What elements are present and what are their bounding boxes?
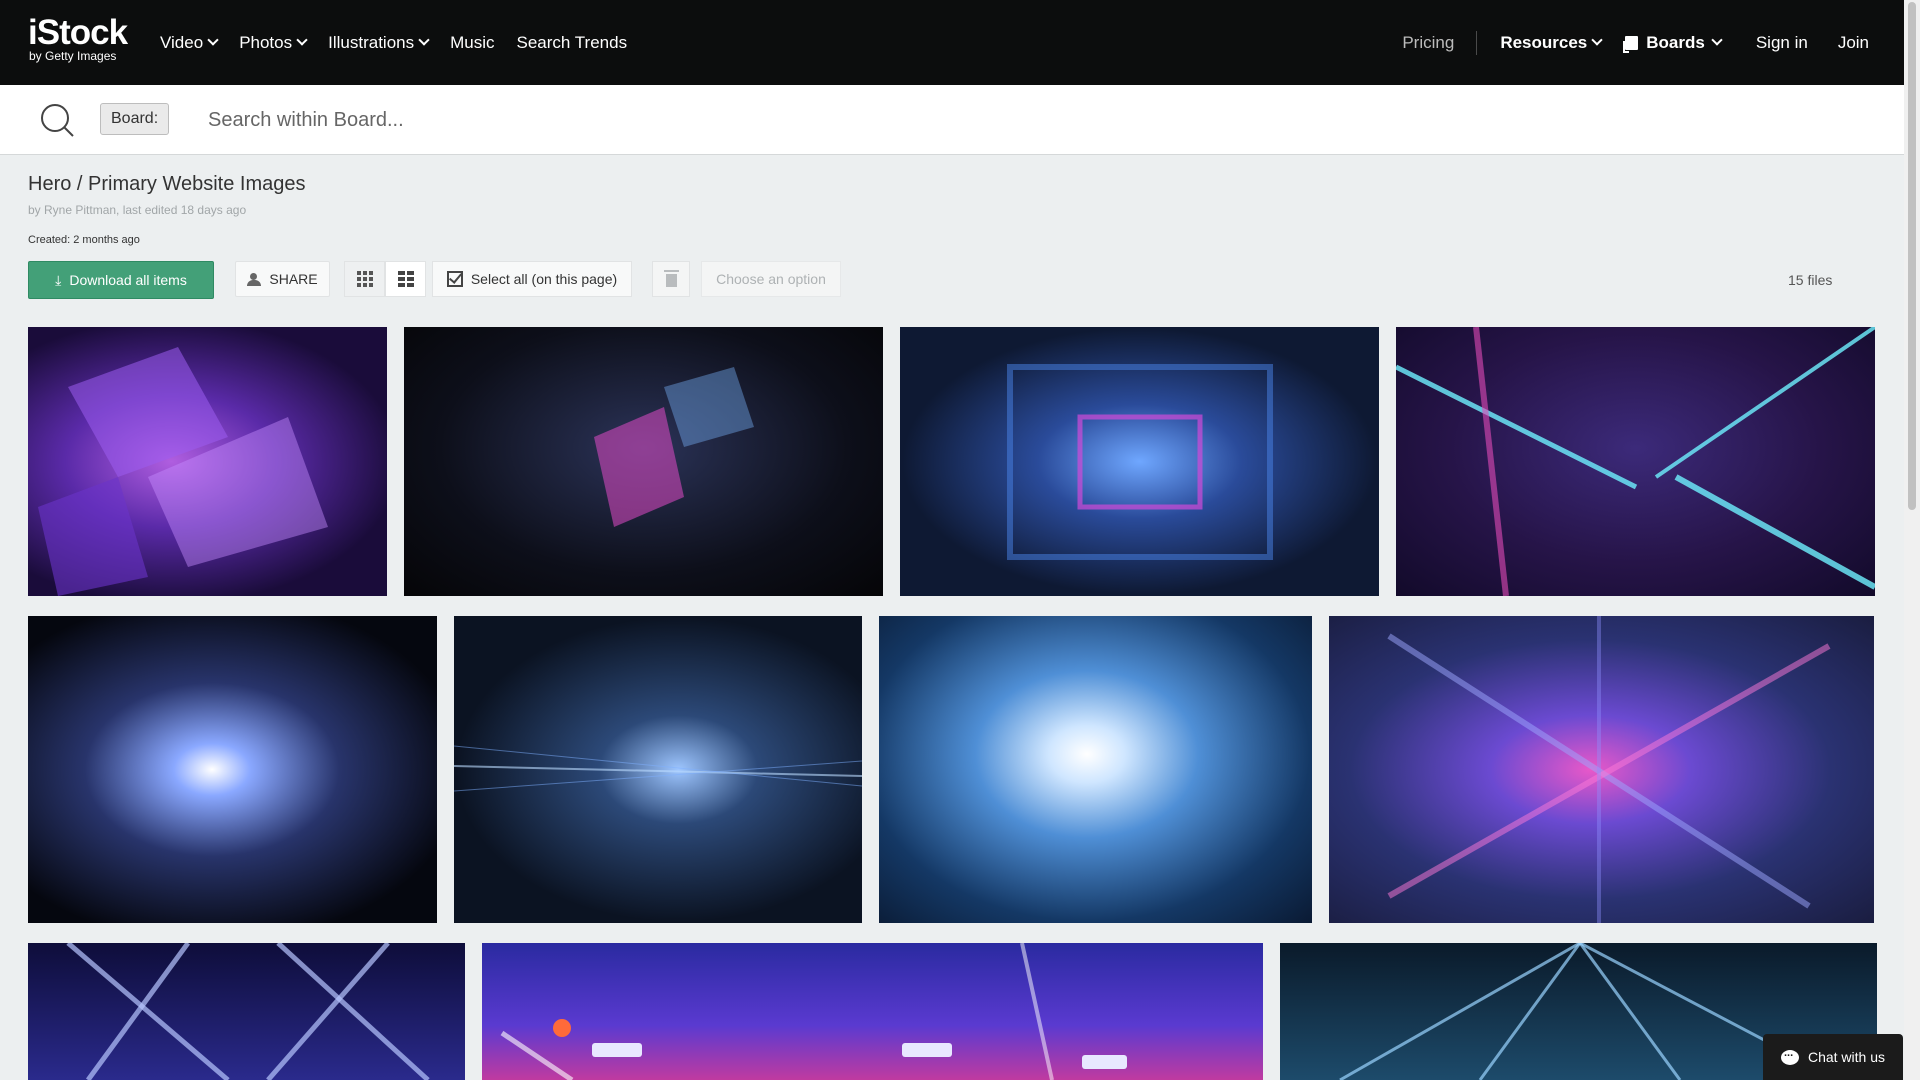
image-artwork	[1396, 327, 1875, 596]
option-select[interactable]: Choose an option	[701, 261, 841, 297]
checkbox-icon	[446, 271, 463, 287]
board-meta: by Ryne Pittman, last edited 18 days ago	[28, 203, 247, 217]
nav-sign-in[interactable]: Sign in	[1756, 33, 1808, 53]
download-all-button[interactable]: ⤓ Download all items	[28, 261, 214, 299]
board-created: Created: 2 months ago	[28, 234, 140, 246]
nav-join[interactable]: Join	[1838, 33, 1869, 53]
search-input[interactable]	[208, 98, 1708, 142]
nav-music-label: Music	[450, 32, 495, 52]
image-artwork	[38, 347, 328, 596]
nav-illustrations-label: Illustrations	[328, 32, 415, 52]
primary-nav: Video Photos Illustrations Music Search …	[160, 0, 627, 85]
istock-logo[interactable]: iStock by Getty Images	[28, 13, 128, 64]
image-artwork	[500, 943, 1127, 1080]
mosaic-view-toggle[interactable]	[385, 261, 426, 297]
board-search-bar: Board:	[0, 85, 1904, 155]
nav-search-trends-label: Search Trends	[516, 32, 628, 52]
nav-resources[interactable]: Resources	[1500, 32, 1603, 53]
scrollbar-thumb[interactable]	[1908, 2, 1916, 510]
trash-icon	[663, 270, 679, 287]
nav-search-trends[interactable]: Search Trends	[517, 33, 628, 53]
board-icon	[1623, 35, 1639, 53]
nav-boards-label: Boards	[1646, 32, 1705, 52]
secondary-nav: Pricing Resources Boards Sign in Join	[1402, 0, 1869, 85]
logo-brand: iStock	[28, 13, 128, 52]
nav-resources-label: Resources	[1500, 32, 1588, 52]
nav-photos-label: Photos	[239, 32, 293, 52]
board-image-9[interactable]	[28, 943, 465, 1080]
board-image-3[interactable]	[900, 327, 1379, 596]
file-count: 15 files	[1788, 272, 1833, 288]
image-artwork	[454, 745, 862, 792]
nav-boards[interactable]: Boards	[1623, 32, 1723, 53]
select-all-button[interactable]: Select all (on this page)	[432, 261, 632, 297]
download-icon: ⤓	[55, 271, 62, 288]
chat-label: Chat with us	[1807, 1049, 1886, 1065]
delete-button[interactable]	[652, 261, 690, 297]
nav-music[interactable]: Music	[450, 33, 494, 53]
nav-video[interactable]: Video	[160, 32, 219, 53]
board-toolbar: ⤓ Download all items SHARE Select all (o…	[28, 261, 1868, 299]
nav-video-label: Video	[160, 32, 204, 52]
download-all-label: Download all items	[69, 272, 187, 288]
nav-photos[interactable]: Photos	[239, 32, 308, 53]
select-all-label: Select all (on this page)	[470, 271, 618, 287]
image-artwork	[594, 367, 754, 527]
image-artwork	[1387, 616, 1831, 923]
chevron-down-icon	[418, 34, 430, 46]
chat-bubble-icon	[1780, 1047, 1799, 1065]
grid-view-toggle[interactable]	[344, 261, 385, 297]
page-scrollbar[interactable]	[1904, 0, 1920, 1080]
board-scope-tag: Board:	[100, 103, 170, 135]
chevron-down-icon	[1711, 34, 1723, 46]
board-image-6[interactable]	[454, 616, 862, 923]
board-image-8[interactable]	[1329, 616, 1874, 923]
search-icon[interactable]	[39, 102, 75, 138]
logo-sub: by Getty Images	[29, 49, 117, 63]
chevron-down-icon	[207, 34, 219, 46]
board-image-1[interactable]	[28, 327, 387, 596]
nav-illustrations[interactable]: Illustrations	[328, 32, 430, 53]
page-title: Hero / Primary Website Images	[28, 173, 306, 195]
grid-icon	[356, 271, 373, 287]
image-artwork	[1007, 364, 1273, 560]
person-icon	[247, 273, 262, 286]
chevron-down-icon	[296, 34, 308, 46]
board-image-7[interactable]	[879, 616, 1312, 923]
chat-button[interactable]: Chat with us	[1763, 1034, 1903, 1080]
board-image-5[interactable]	[28, 616, 437, 923]
board-image-10[interactable]	[482, 943, 1263, 1080]
image-artwork	[66, 943, 430, 1080]
share-label: SHARE	[269, 271, 318, 287]
mosaic-icon	[397, 271, 414, 287]
chevron-down-icon	[1591, 34, 1603, 46]
share-button[interactable]: SHARE	[235, 261, 330, 297]
board-image-2[interactable]	[404, 327, 883, 596]
nav-pricing[interactable]: Pricing	[1402, 30, 1478, 55]
board-image-4[interactable]	[1396, 327, 1875, 596]
top-navigation-bar: iStock by Getty Images Video Photos Illu…	[0, 0, 1904, 85]
